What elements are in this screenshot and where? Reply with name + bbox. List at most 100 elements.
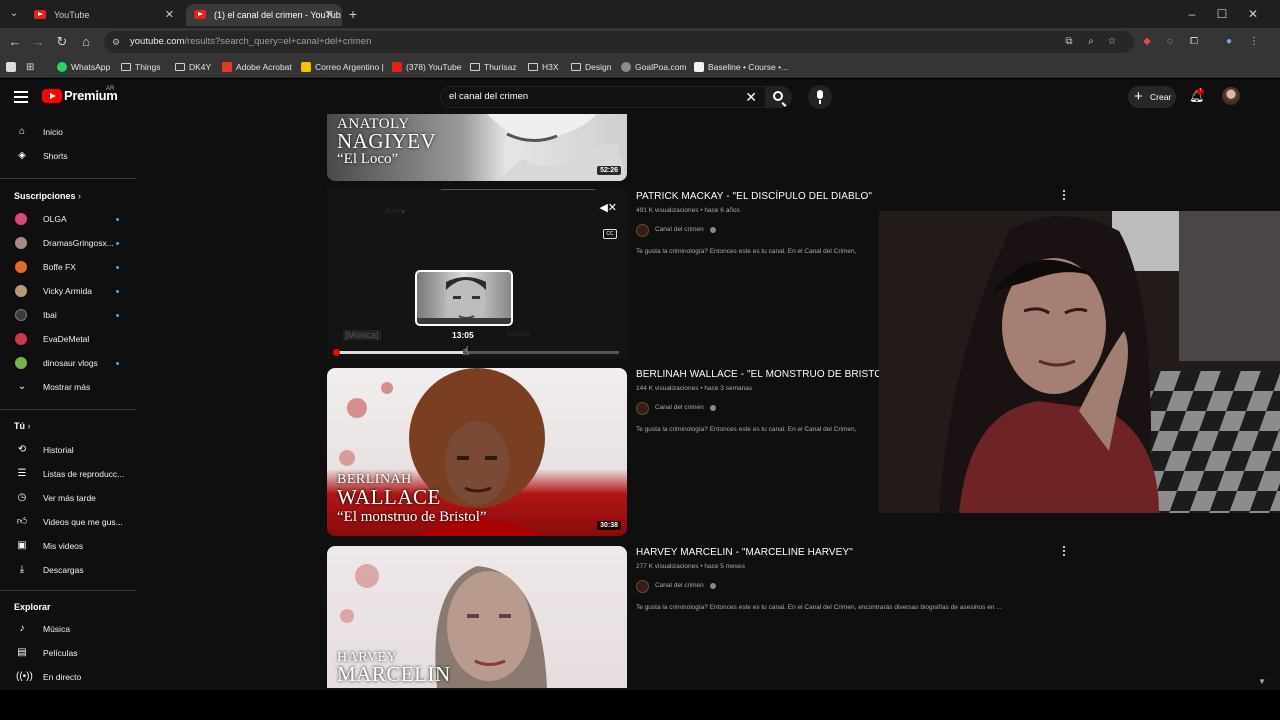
correo-icon xyxy=(301,62,311,72)
bookmark-adobe-acrobat[interactable]: Adobe Acrobat xyxy=(222,56,292,78)
apps-icon[interactable] xyxy=(6,56,16,78)
browser-menu-icon[interactable]: ⋮ xyxy=(1246,34,1262,50)
scroll-down-icon[interactable]: ▼ xyxy=(1258,677,1266,686)
subscriptions-heading[interactable]: Suscripciones › xyxy=(14,187,81,205)
extension-icon[interactable]: ◆ xyxy=(1139,34,1155,50)
sidebar-item-movies[interactable]: ▤ Películas xyxy=(0,641,136,665)
new-tab-icon[interactable]: + xyxy=(346,4,360,24)
site-info-icon[interactable]: ⚙ xyxy=(112,36,124,48)
sidebar-sub-evademetal[interactable]: EvaDeMetal xyxy=(0,327,136,351)
sidebar-item-playlists[interactable]: ☰ Listas de reproducc... xyxy=(0,462,136,486)
zoom-icon[interactable]: ⌕ xyxy=(1084,35,1098,49)
search-button[interactable] xyxy=(766,86,792,108)
sidebar-sub-dramasgringos[interactable]: DramasGringosx... xyxy=(0,231,136,255)
tab-search-chevron-icon[interactable]: ⌄ xyxy=(6,6,22,22)
bookmark-baseline[interactable]: Baseline • Course •... xyxy=(694,56,788,78)
bookmark-thurisaz[interactable]: Thurisaz xyxy=(470,56,517,78)
tab-youtube[interactable]: YouTube ✕ xyxy=(26,4,182,26)
grid-icon[interactable]: ⊞ xyxy=(26,56,38,78)
sidebar-item-shorts[interactable]: ◈ Shorts xyxy=(0,144,136,168)
video-title[interactable]: PATRICK MACKAY - "EL DISCÍPULO DEL DIABL… xyxy=(636,191,872,202)
more-options-icon[interactable] xyxy=(1062,546,1066,558)
bookmark-design[interactable]: Design xyxy=(571,56,611,78)
video-thumbnail[interactable]: ANATOLY NAGIYEV “El Loco” 52:26 xyxy=(327,114,627,181)
progress-track[interactable] xyxy=(333,349,619,356)
install-app-icon[interactable]: ⧉ xyxy=(1062,35,1076,49)
duration-badge: 30:38 xyxy=(597,521,621,530)
video-hover-preview[interactable]: PLAY ▶ ◀✕ CC 13:05 [Música] 00:00:07 ☝ xyxy=(327,189,627,359)
new-content-dot xyxy=(116,362,119,365)
bookmark-correo-argentino[interactable]: Correo Argentino | xyxy=(301,56,384,78)
close-window-icon[interactable]: ✕ xyxy=(1243,4,1263,24)
channel-avatar xyxy=(15,213,27,225)
sidebar-sub-boffe-fx[interactable]: Boffe FX xyxy=(0,255,136,279)
sidebar-sub-ibai[interactable]: Ibai xyxy=(0,303,136,327)
sidebar-item-live[interactable]: ((•)) En directo xyxy=(0,665,136,689)
youtube-favicon-icon xyxy=(194,10,206,19)
sidebar-sub-vicky-armida[interactable]: Vicky Armida xyxy=(0,279,136,303)
bookmark-youtube[interactable]: (378) YouTube xyxy=(392,56,461,78)
thumbnail-title-line: MARCELIN xyxy=(337,662,451,686)
search-input[interactable]: el canal del crimen ✕ xyxy=(440,86,766,108)
profile-icon[interactable]: ● xyxy=(1221,34,1237,50)
video-title[interactable]: BERLINAH WALLACE - "EL MONSTRUO DE BRIST… xyxy=(636,369,882,380)
sidebar-item-my-videos[interactable]: ▣ Mis videos xyxy=(0,534,136,558)
closed-captions-icon[interactable]: CC xyxy=(603,229,617,239)
sidebar-show-more[interactable]: ⌄ Mostrar más xyxy=(0,375,136,399)
minimize-icon[interactable]: – xyxy=(1182,4,1202,24)
you-heading[interactable]: Tú › xyxy=(14,417,31,435)
youtube-logo-icon[interactable] xyxy=(42,89,62,103)
bookmark-things[interactable]: Things xyxy=(121,56,161,78)
extension-icon[interactable]: ◌ xyxy=(1162,34,1178,50)
extensions-puzzle-icon[interactable]: ⧠ xyxy=(1186,34,1202,50)
sidebar-item-music[interactable]: ♪ Música xyxy=(0,617,136,641)
create-button[interactable]: + Crear xyxy=(1128,86,1176,108)
whatsapp-icon xyxy=(57,62,67,72)
close-tab-icon[interactable]: ✕ xyxy=(325,4,334,26)
bookmark-whatsapp[interactable]: WhatsApp xyxy=(57,56,110,78)
more-options-icon[interactable] xyxy=(1062,190,1066,202)
bookmark-dk4y[interactable]: DK4Y xyxy=(175,56,211,78)
my-videos-icon: ▣ xyxy=(17,540,27,551)
video-description: Te gusta la criminología? Entonces este … xyxy=(636,426,857,433)
address-toolbar: ← → ↻ ⌂ ⚙ youtube.com/results?search_que… xyxy=(0,28,1280,56)
tab-canal-del-crimen[interactable]: (1) el canal del crimen - YouTub ✕ xyxy=(186,4,342,26)
progress-handle[interactable] xyxy=(333,349,340,356)
reload-icon[interactable]: ↻ xyxy=(53,34,71,50)
verified-icon xyxy=(710,405,716,411)
webcam-image xyxy=(879,211,1280,513)
video-meta: 277 K visualizaciones • hace 5 meses xyxy=(636,563,745,570)
clear-search-icon[interactable]: ✕ xyxy=(745,87,757,107)
new-content-dot xyxy=(116,314,119,317)
bookmark-star-icon[interactable]: ☆ xyxy=(1105,35,1119,49)
omnibox[interactable]: ⚙ youtube.com/results?search_query=el+ca… xyxy=(104,31,1134,53)
back-icon[interactable]: ← xyxy=(6,34,24,50)
channel-avatar xyxy=(15,357,27,369)
youtube-page: Premium AR el canal del crimen ✕ + Crear … xyxy=(0,79,1280,690)
sidebar-item-inicio[interactable]: ⌂ Inicio xyxy=(0,120,136,144)
account-avatar[interactable] xyxy=(1222,87,1240,105)
sidebar-item-liked-videos[interactable]: 👍︎ Videos que me gus... xyxy=(0,510,136,534)
sidebar-sub-olga[interactable]: OLGA xyxy=(0,207,136,231)
menu-icon[interactable] xyxy=(14,91,28,103)
mute-icon[interactable]: ◀✕ xyxy=(599,201,617,214)
bookmark-h3x[interactable]: H3X xyxy=(528,56,559,78)
forward-icon[interactable]: → xyxy=(29,34,47,50)
close-tab-icon[interactable]: ✕ xyxy=(165,4,174,26)
video-thumbnail[interactable]: HARVEY MARCELIN xyxy=(327,546,627,688)
video-description: Te gusta la criminología? Entonces este … xyxy=(636,248,857,255)
sidebar-sub-dinosaur-vlogs[interactable]: dinosaur vlogs xyxy=(0,351,136,375)
voice-search-icon[interactable] xyxy=(808,85,832,109)
maximize-icon[interactable]: ☐ xyxy=(1212,4,1232,24)
sidebar-item-downloads[interactable]: ⤓ Descargas xyxy=(0,558,136,582)
scrub-time: 13:05 xyxy=(452,330,474,340)
video-title[interactable]: HARVEY MARCELIN - "MARCELINE HARVEY" xyxy=(636,547,853,558)
sidebar-item-historial[interactable]: ⟲ Historial xyxy=(0,438,136,462)
browser-tab-bar: ⌄ YouTube ✕ (1) el canal del crimen - Yo… xyxy=(0,0,1280,28)
clock-icon: ◷ xyxy=(17,492,27,503)
home-icon[interactable]: ⌂ xyxy=(77,34,95,50)
sidebar-item-watch-later[interactable]: ◷ Ver más tarde xyxy=(0,486,136,510)
video-thumbnail[interactable]: BERLINAH WALLACE “El monstruo de Bristol… xyxy=(327,368,627,536)
new-content-dot xyxy=(116,242,119,245)
bookmark-goalpoa[interactable]: GoalPoa.com xyxy=(621,56,687,78)
